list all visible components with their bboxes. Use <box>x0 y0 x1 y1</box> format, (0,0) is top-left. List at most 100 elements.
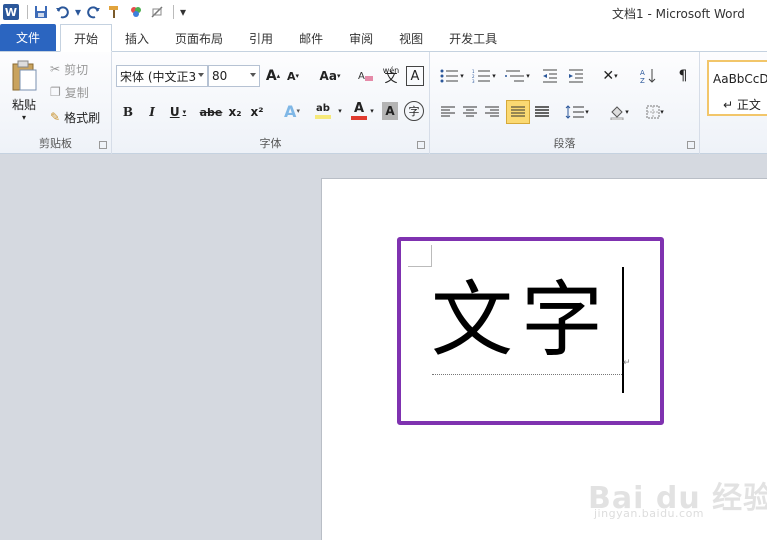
clipboard-group-label: 剪贴板 <box>39 137 72 150</box>
font-color-button[interactable]: A <box>348 100 370 122</box>
highlight-button[interactable]: ab <box>308 100 338 122</box>
paste-dropdown-icon: ▾ <box>21 113 26 122</box>
paragraph-group-label: 段落 <box>553 137 576 150</box>
undo-dropdown-icon[interactable]: ▾ <box>74 3 82 21</box>
font-size-combo[interactable]: 80 <box>208 65 260 87</box>
change-case-button[interactable]: Aa ▾ <box>316 66 344 86</box>
scissors-icon: ✂ <box>50 62 61 76</box>
superscript-button[interactable]: x² <box>248 102 266 122</box>
clear-icon[interactable] <box>148 3 166 21</box>
increase-indent-button[interactable] <box>566 66 586 86</box>
highlight-dropdown-icon[interactable]: ▾ <box>336 104 344 118</box>
tab-references[interactable]: 引用 <box>236 25 286 51</box>
distributed-icon <box>535 106 549 117</box>
tab-insert[interactable]: 插入 <box>112 25 162 51</box>
text-effects-button[interactable]: A ▾ <box>280 100 304 122</box>
italic-button[interactable]: I <box>142 102 162 122</box>
shrink-font-button[interactable]: A ▾ <box>284 66 302 86</box>
paste-icon <box>12 60 37 91</box>
quick-access-toolbar: W ▾ ▾ <box>0 0 191 24</box>
customize-icon[interactable]: ▾ <box>178 3 188 21</box>
tab-home[interactable]: 开始 <box>60 24 113 52</box>
line-spacing-button[interactable]: ▾ <box>562 102 592 122</box>
style-preview: AaBbCcDd <box>713 72 767 86</box>
numbering-icon: 123 <box>472 69 491 83</box>
strikethrough-button[interactable]: abe <box>200 102 223 122</box>
font-group-label: 字体 <box>259 137 282 150</box>
cut-label: 剪切 <box>64 62 89 77</box>
paste-label: 粘贴 <box>11 98 36 112</box>
style-normal[interactable]: AaBbCcDd ↵ 正文 <box>707 60 767 116</box>
chinese-layout-icon: ✕ <box>602 68 615 84</box>
font-launcher-icon[interactable] <box>417 141 425 149</box>
chinese-layout-button[interactable]: ✕ ▾ <box>596 66 624 86</box>
align-right-button[interactable] <box>482 102 502 122</box>
word-icon[interactable]: W <box>2 3 20 21</box>
grow-font-button[interactable]: A ▴ <box>264 66 282 86</box>
align-left-button[interactable] <box>438 102 458 122</box>
justify-button[interactable] <box>506 100 530 124</box>
bold-button[interactable]: B <box>118 102 138 122</box>
font-size-value: 80 <box>212 69 228 83</box>
increase-indent-icon <box>569 69 583 83</box>
borders-button[interactable]: ▾ <box>640 102 670 122</box>
brush-icon: ✎ <box>50 110 61 124</box>
align-left-icon <box>441 106 455 117</box>
save-icon[interactable] <box>32 3 50 21</box>
svg-text:3: 3 <box>472 79 475 83</box>
tab-review[interactable]: 审阅 <box>336 25 386 51</box>
clear-format-button[interactable]: A <box>356 66 376 86</box>
window-title: 文档1 - Microsoft Word <box>612 7 745 21</box>
bullets-button[interactable]: ▾ <box>438 66 466 86</box>
ribbon: 粘贴 ▾ ✂ 剪切 ❐ 复制 ✎ 格式刷 剪贴板 宋体 (中文正3 80 A ▴ … <box>0 52 767 154</box>
paste-button[interactable]: 粘贴 ▾ <box>4 56 44 126</box>
shading-button[interactable]: ▾ <box>604 102 634 122</box>
align-center-icon <box>463 106 477 117</box>
cut-button[interactable]: ✂ 剪切 <box>50 60 88 78</box>
clipboard-group: 粘贴 ▾ ✂ 剪切 ❐ 复制 ✎ 格式刷 剪贴板 <box>0 52 112 154</box>
title-bar: W ▾ ▾ 文档1 - Microsoft Word <box>0 0 767 24</box>
highlight-color-bar <box>315 115 331 119</box>
color-icon[interactable] <box>127 3 145 21</box>
text-dotted-underline <box>432 374 624 375</box>
svg-text:Z: Z <box>640 77 645 84</box>
underline-button[interactable]: U ▾ <box>166 102 190 122</box>
char-shading-button[interactable]: A <box>382 102 398 120</box>
phonetic-guide-button[interactable]: wén 文 <box>380 64 402 86</box>
clipboard-launcher-icon[interactable] <box>99 141 107 149</box>
document-text[interactable]: 文字 <box>431 271 611 371</box>
copy-label: 复制 <box>64 85 89 100</box>
tab-view[interactable]: 视图 <box>386 25 436 51</box>
subscript-button[interactable]: x₂ <box>226 102 244 122</box>
tab-mailings[interactable]: 邮件 <box>286 25 336 51</box>
font-name-combo[interactable]: 宋体 (中文正3 <box>116 65 208 87</box>
margin-corner-mark <box>408 245 432 267</box>
undo-icon[interactable] <box>53 3 71 21</box>
format-painter-icon[interactable] <box>106 3 124 21</box>
multilevel-list-button[interactable]: ▾ <box>502 66 532 86</box>
ribbon-tabs: 文件 开始 插入 页面布局 引用 邮件 审阅 视图 开发工具 <box>0 24 767 52</box>
char-border-button[interactable]: A <box>406 66 424 86</box>
svg-text:A: A <box>358 71 365 82</box>
tab-page-layout[interactable]: 页面布局 <box>162 25 236 51</box>
qat-separator <box>173 5 174 19</box>
svg-text:A: A <box>640 69 645 77</box>
numbering-button[interactable]: 123 ▾ <box>470 66 498 86</box>
distributed-button[interactable] <box>532 102 552 122</box>
redo-icon[interactable] <box>85 3 103 21</box>
format-painter-button[interactable]: ✎ 格式刷 <box>50 108 100 126</box>
tab-file[interactable]: 文件 <box>0 24 56 51</box>
decrease-indent-button[interactable] <box>540 66 560 86</box>
sort-button[interactable]: AZ <box>638 66 658 86</box>
font-color-dropdown-icon[interactable]: ▾ <box>368 104 376 118</box>
multilevel-list-icon <box>505 70 525 82</box>
align-center-button[interactable] <box>460 102 480 122</box>
show-marks-button[interactable]: ¶ <box>674 66 692 86</box>
sort-icon: AZ <box>640 69 656 84</box>
font-name-dropdown-icon[interactable] <box>198 73 204 77</box>
paragraph-launcher-icon[interactable] <box>687 141 695 149</box>
enclose-char-button[interactable]: 字 <box>404 101 424 121</box>
tab-developer[interactable]: 开发工具 <box>436 25 510 51</box>
copy-button[interactable]: ❐ 复制 <box>50 83 89 101</box>
font-size-dropdown-icon[interactable] <box>250 73 256 77</box>
